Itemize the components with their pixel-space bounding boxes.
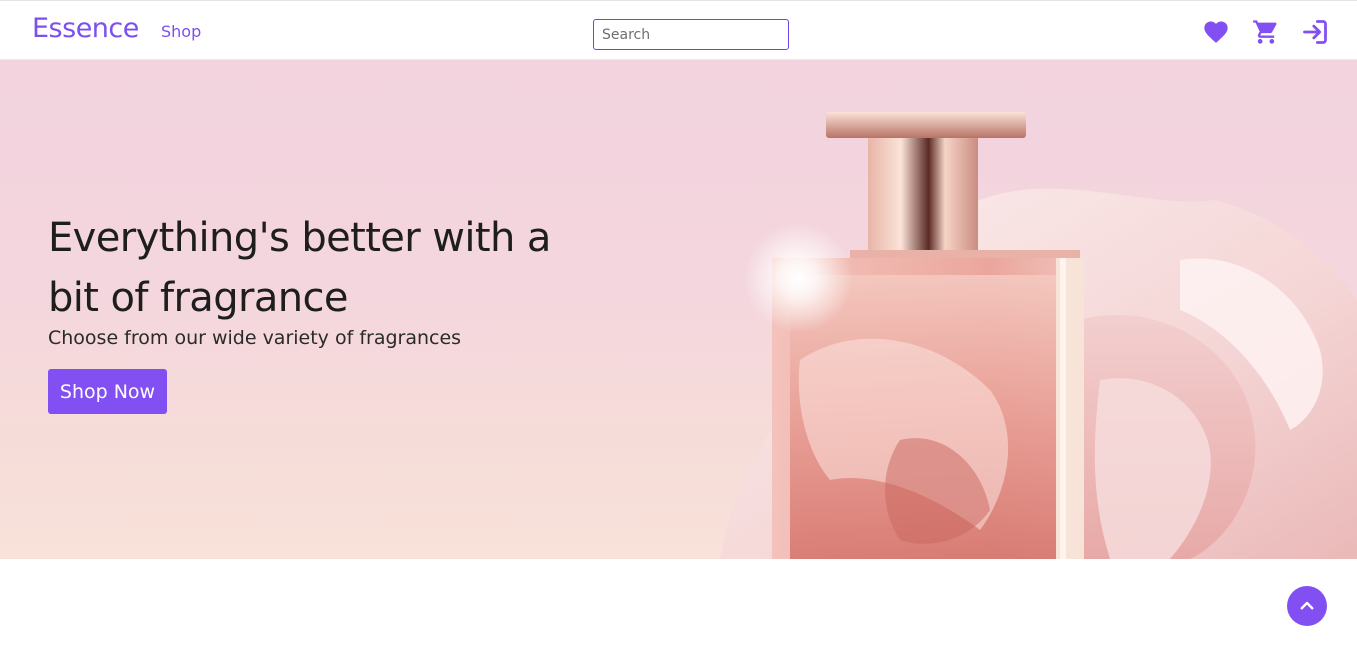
page: Essence Shop Search Everything's better … <box>0 0 1357 652</box>
hero-banner: Everything's better with a bit of fragra… <box>0 60 1357 559</box>
brand-logo[interactable]: Essence <box>32 13 139 44</box>
search-input[interactable] <box>593 19 789 50</box>
hero-title: Everything's better with a bit of fragra… <box>48 215 551 321</box>
cart-icon[interactable] <box>1252 18 1280 46</box>
hero-subtitle: Choose from our wide variety of fragranc… <box>48 327 462 349</box>
nav-link-shop[interactable]: Shop <box>161 22 201 41</box>
login-icon[interactable] <box>1301 18 1329 46</box>
heart-icon[interactable] <box>1202 18 1230 46</box>
back-to-top-button[interactable] <box>1287 586 1327 626</box>
shop-now-button[interactable]: Shop Now <box>48 369 167 414</box>
navbar: Essence Shop <box>0 0 1357 60</box>
chevron-up-icon <box>1300 601 1314 610</box>
